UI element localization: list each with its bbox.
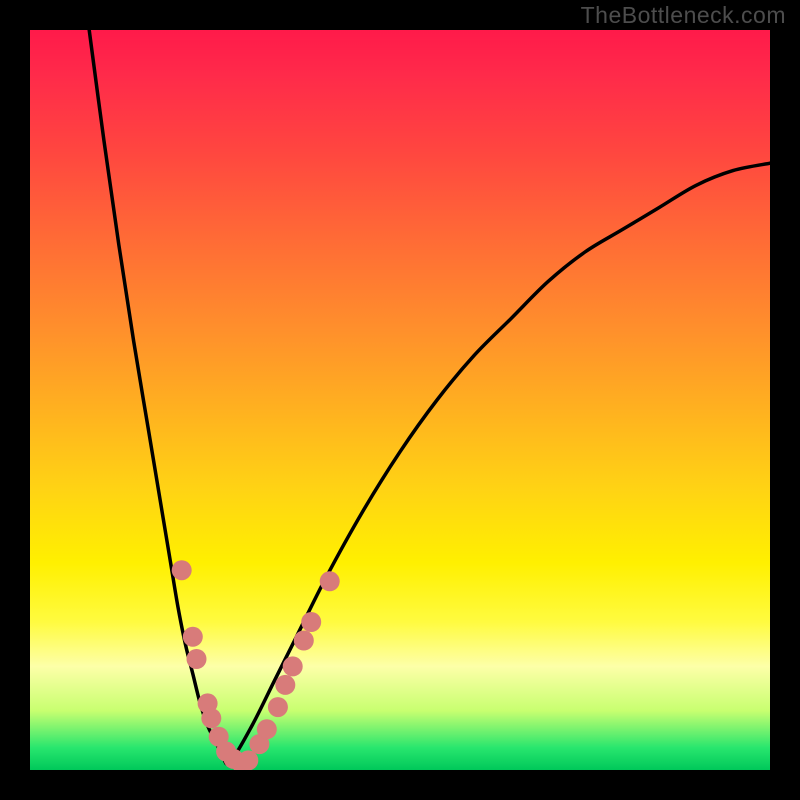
highlight-markers: [172, 560, 340, 770]
chart-container: TheBottleneck.com: [0, 0, 800, 800]
highlight-marker: [238, 750, 258, 770]
watermark-text: TheBottleneck.com: [581, 2, 786, 29]
highlight-marker: [172, 560, 192, 580]
highlight-marker: [268, 697, 288, 717]
highlight-marker: [201, 708, 221, 728]
highlight-marker: [183, 627, 203, 647]
plot-area: [30, 30, 770, 770]
highlight-marker: [187, 649, 207, 669]
highlight-marker: [257, 719, 277, 739]
highlight-marker: [301, 612, 321, 632]
highlight-marker: [294, 631, 314, 651]
highlight-marker: [320, 571, 340, 591]
highlight-marker: [283, 656, 303, 676]
bottleneck-curve-svg: [30, 30, 770, 770]
highlight-marker: [275, 675, 295, 695]
